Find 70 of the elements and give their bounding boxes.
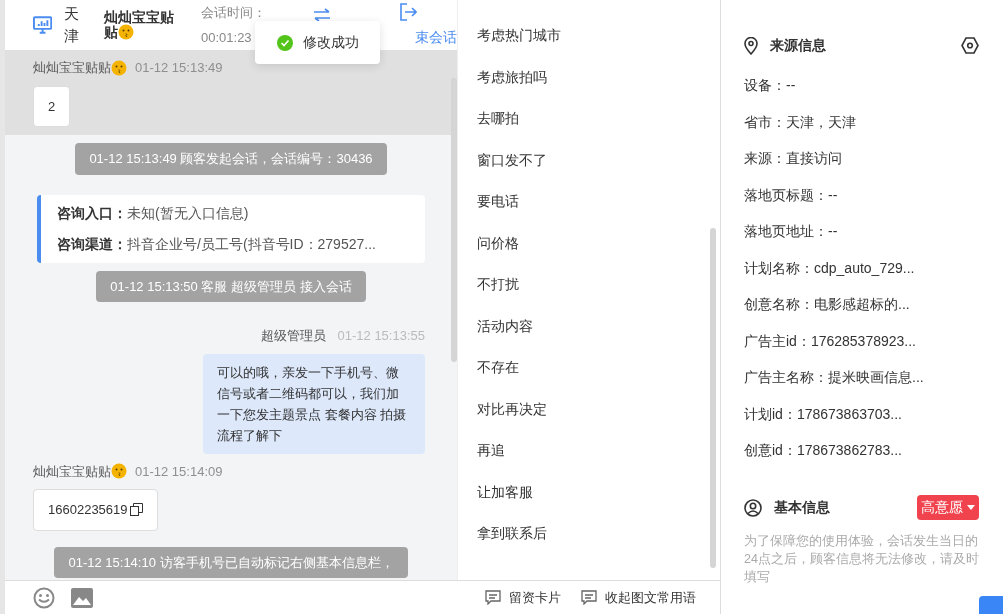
system-notice: 01-12 15:14:10 访客手机号已自动标记右侧基本信息栏， xyxy=(54,546,408,578)
info-field: 创意名称：电影感超标的... xyxy=(744,293,979,315)
info-field: 设备：-- xyxy=(744,74,979,96)
info-field: 广告主id：176285378923... xyxy=(744,329,979,352)
sender-name: 灿灿宝宝贴贴 xyxy=(33,462,111,481)
exit-icon[interactable] xyxy=(399,2,417,21)
intent-tag[interactable]: 高意愿 xyxy=(917,495,979,520)
check-circle-icon xyxy=(276,34,293,51)
quick-phrase-item[interactable]: 对比再决定 xyxy=(477,397,720,420)
quick-phrase-item[interactable]: 考虑热门城市 xyxy=(477,24,720,46)
emoji-icon xyxy=(118,24,135,40)
section-title: 来源信息 xyxy=(770,36,826,55)
quick-phrase-item[interactable]: 考虑旅拍吗 xyxy=(477,65,720,88)
entry-value: 未知(暂无入口信息) xyxy=(127,203,249,223)
entry-value: 抖音企业号/员工号(抖音号ID：279527... xyxy=(127,234,376,254)
quick-phrase-item[interactable]: 让加客服 xyxy=(477,480,720,503)
info-field: 省市：天津，天津 xyxy=(744,110,979,133)
message-time: 01-12 15:13:55 xyxy=(337,327,425,345)
scrollbar[interactable] xyxy=(451,78,457,362)
emoji-icon xyxy=(111,463,127,480)
message-bubble: 可以的哦，亲发一下手机号、微信号或者二维码都可以，我们加一下您发主题景点 套餐内容 拍摄流程了解下 xyxy=(203,353,425,454)
info-field: 计划名称：cdp_auto_729... xyxy=(744,256,979,279)
location-pin-icon xyxy=(744,36,758,55)
sender-name: 灿灿宝宝贴贴 xyxy=(33,59,111,77)
info-field: 广告主名称：提米映画信息... xyxy=(744,366,979,388)
user-icon xyxy=(744,498,762,517)
message-text: 2 xyxy=(48,97,56,116)
message-icon xyxy=(581,590,597,605)
copy-icon[interactable] xyxy=(129,503,143,517)
message-text: 16602235619 xyxy=(48,501,128,519)
info-field: 落地页地址：-- xyxy=(744,220,979,242)
transfer-icon[interactable] xyxy=(313,8,331,22)
visitor-name: 灿灿宝宝贴贴 xyxy=(104,10,176,40)
quick-phrase-item[interactable]: 问价格 xyxy=(477,231,720,254)
notice-text: 为了保障您的使用体验，会话发生当日的24点之后，顾客信息将无法修改，请及时填写 xyxy=(744,533,979,586)
info-field: 创意id：178673862783... xyxy=(744,439,979,461)
city-label: 天津 xyxy=(64,4,81,46)
info-field: 来源：直接访问 xyxy=(744,147,979,169)
system-notice: 01-12 15:13:50 客服 超级管理员 接入会话 xyxy=(96,270,366,302)
quick-phrase-item[interactable]: 活动内容 xyxy=(477,314,720,337)
section-title: 基本信息 xyxy=(774,498,830,517)
image-icon[interactable] xyxy=(71,587,93,608)
quick-phrase-item[interactable]: 不存在 xyxy=(477,356,720,378)
entry-label: 咨询渠道： xyxy=(57,234,127,254)
info-field: 计划id：178673863703... xyxy=(744,402,979,425)
end-session-link[interactable]: 束会话 xyxy=(415,26,457,48)
entry-label: 咨询入口： xyxy=(57,203,127,223)
info-field: 落地页标题：-- xyxy=(744,183,979,206)
emoji-icon xyxy=(111,59,127,76)
quick-phrase-item[interactable]: 不打扰 xyxy=(477,273,720,295)
quick-phrase-item[interactable]: 去哪拍 xyxy=(477,107,720,129)
monitor-icon xyxy=(33,16,53,34)
quick-phrase-item[interactable]: 窗口发不了 xyxy=(477,148,720,171)
quick-phrase-item[interactable]: 拿到联系后 xyxy=(477,522,720,544)
toast-message: 修改成功 xyxy=(302,33,359,52)
session-time: 00:01:23 xyxy=(201,29,253,47)
system-notice: 01-12 15:13:49 顾客发起会话，会话编号：30436 xyxy=(75,143,387,175)
toolbar-button[interactable]: 收起图文常用语 xyxy=(581,587,696,608)
caret-icon xyxy=(967,505,975,510)
session-time-label: 会话时间： xyxy=(201,3,261,22)
scrollbar[interactable] xyxy=(710,228,716,568)
quick-phrase-item[interactable]: 再追 xyxy=(477,439,720,461)
quick-phrase-item[interactable]: 要电话 xyxy=(477,190,720,212)
message-time: 01-12 15:14:09 xyxy=(135,462,223,481)
emoji-icon[interactable] xyxy=(33,586,55,609)
sender-name: 超级管理员 xyxy=(260,327,326,345)
settings-icon[interactable] xyxy=(961,37,979,54)
message-time: 01-12 15:13:49 xyxy=(135,59,223,77)
message-icon xyxy=(485,590,501,605)
toolbar-button[interactable]: 留资卡片 xyxy=(485,587,561,608)
